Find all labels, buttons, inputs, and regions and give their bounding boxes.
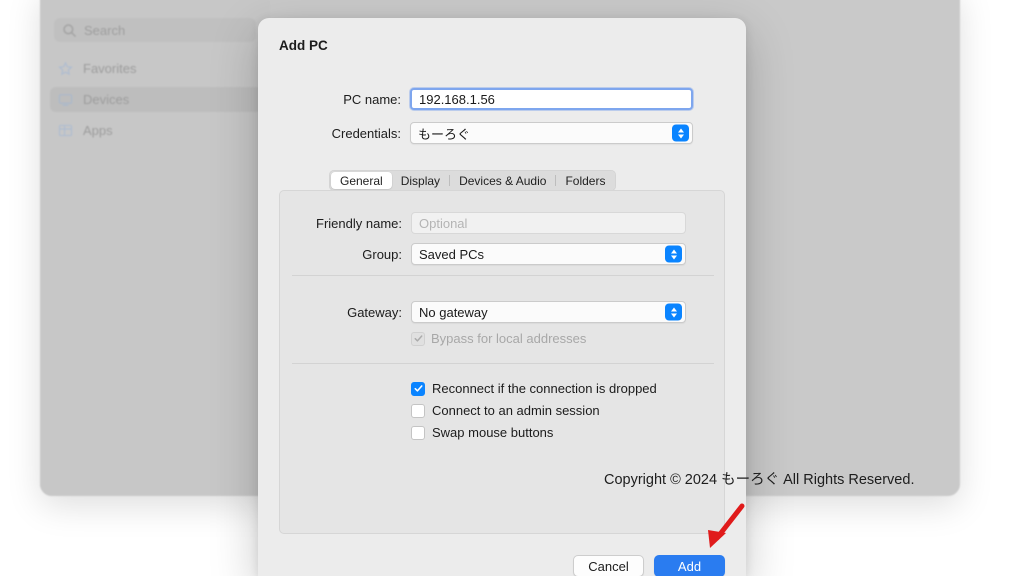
checkbox-box[interactable] [411,403,425,418]
chevron-updown-icon[interactable] [665,303,682,321]
pc-name-input[interactable]: 192.168.1.56 [410,88,693,110]
add-button[interactable]: Add [654,555,725,576]
tab-display[interactable]: Display [392,172,449,189]
credentials-row: Credentials: もーろぐ [258,122,746,144]
group-label: Group: [362,246,402,262]
group-row: Group: Saved PCs [280,243,724,265]
dialog-buttons: Cancel Add [573,555,725,576]
divider [292,363,714,364]
checkbox-box[interactable] [411,425,425,440]
bypass-local-addresses-checkbox: Bypass for local addresses [411,331,586,346]
dialog-title: Add PC [279,38,328,53]
sidebar-item-label: Apps [83,123,113,138]
options-group: Reconnect if the connection is dropped C… [411,381,657,440]
search-input[interactable]: Search [54,18,256,42]
checkbox-box [411,331,425,346]
admin-session-checkbox[interactable]: Connect to an admin session [411,403,657,418]
credentials-value: もーろぐ [418,126,471,142]
tab-bar: General Display Devices & Audio Folders [329,170,617,191]
gateway-value: No gateway [419,304,488,320]
tab-folders[interactable]: Folders [556,172,614,189]
checkmark-icon [414,335,422,342]
copyright-watermark: Copyright © 2024 もーろぐ All Rights Reserve… [604,472,915,488]
sidebar-item-apps[interactable]: Apps [50,118,262,143]
pc-name-value: 192.168.1.56 [419,91,495,107]
add-pc-dialog: Add PC PC name: 192.168.1.56 Credentials… [258,18,746,576]
reconnect-label: Reconnect if the connection is dropped [432,381,657,396]
star-icon [58,61,73,76]
pc-name-label: PC name: [343,91,401,107]
cancel-button[interactable]: Cancel [573,555,644,576]
divider [292,275,714,276]
chevron-updown-icon[interactable] [672,124,689,142]
friendly-name-placeholder: Optional [419,215,468,231]
sidebar-item-label: Devices [83,92,130,107]
bypass-label: Bypass for local addresses [431,331,587,346]
friendly-name-row: Friendly name: Optional [280,212,724,234]
tab-devices-audio[interactable]: Devices & Audio [450,172,555,189]
group-select[interactable]: Saved PCs [411,243,686,265]
friendly-name-label: Friendly name: [316,215,402,231]
swap-mouse-buttons-checkbox[interactable]: Swap mouse buttons [411,425,657,440]
credentials-label: Credentials: [331,125,401,141]
search-placeholder: Search [84,22,126,38]
gateway-select[interactable]: No gateway [411,301,686,323]
search-icon [63,23,76,37]
checkmark-icon [413,385,423,392]
admin-session-label: Connect to an admin session [432,403,600,418]
checkbox-box[interactable] [411,381,425,396]
group-value: Saved PCs [419,246,485,262]
sidebar: Search Favorites Devices Apps [40,0,270,496]
reconnect-checkbox[interactable]: Reconnect if the connection is dropped [411,381,657,396]
credentials-select[interactable]: もーろぐ [410,122,693,144]
sidebar-item-favorites[interactable]: Favorites [50,56,262,81]
gateway-row: Gateway: No gateway [280,301,724,323]
swap-mouse-label: Swap mouse buttons [432,425,554,440]
sidebar-item-label: Favorites [83,61,137,76]
grid-icon [58,124,73,137]
pc-name-row: PC name: 192.168.1.56 [258,88,746,110]
gateway-label: Gateway: [347,304,402,320]
friendly-name-input[interactable]: Optional [411,212,686,234]
sidebar-item-devices[interactable]: Devices [50,87,262,112]
chevron-updown-icon[interactable] [665,245,682,263]
tab-general[interactable]: General [331,172,392,189]
monitor-icon [58,94,73,106]
